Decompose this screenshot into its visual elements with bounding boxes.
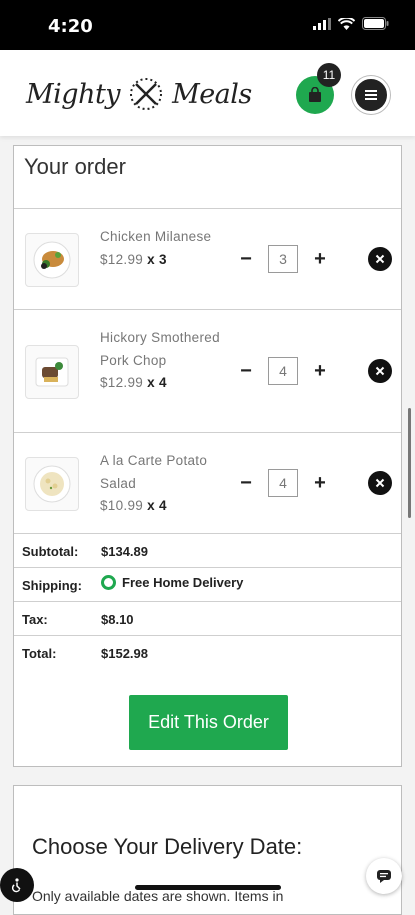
delivery-date-title: Choose Your Delivery Date:: [32, 834, 303, 859]
item-price-line: $12.99 x 3: [100, 249, 220, 272]
status-icons: [313, 17, 389, 30]
tax-row: Tax: $8.10: [14, 601, 401, 635]
tax-label: Tax:: [22, 612, 48, 627]
total-value: $152.98: [101, 646, 148, 661]
status-time: 4:20: [48, 16, 93, 37]
shipping-row: Shipping: Free Home Delivery: [14, 567, 401, 601]
quantity-stepper: − 4 +: [232, 467, 334, 499]
increase-quantity-button[interactable]: +: [306, 245, 334, 273]
item-price: $10.99: [100, 498, 144, 513]
accessibility-icon: [11, 878, 21, 893]
remove-item-button[interactable]: [368, 359, 392, 383]
status-bar: 4:20: [0, 0, 415, 50]
item-info: A la Carte Potato Salad $10.99 x 4: [100, 450, 220, 518]
item-price: $12.99: [100, 375, 144, 390]
subtotal-row: Subtotal: $134.89: [14, 533, 401, 567]
item-info: Hickory Smothered Pork Chop $12.99 x 4: [100, 327, 220, 395]
decrease-quantity-button[interactable]: −: [232, 245, 260, 273]
item-name: Chicken Milanese: [100, 229, 212, 244]
total-label: Total:: [22, 646, 57, 661]
order-card: Your order Chicken Milanese $12.99 x 3 −…: [13, 145, 402, 767]
cellular-signal-icon: [313, 17, 331, 30]
chat-icon: [377, 870, 391, 883]
pork-chop-food-icon: [35, 357, 69, 387]
radio-selected-icon[interactable]: [101, 575, 116, 590]
item-multiplier: x 4: [147, 375, 167, 390]
delivery-date-card: Choose Your Delivery Date: Only availabl…: [13, 785, 402, 915]
shopping-bag-icon: [309, 87, 321, 102]
item-image: [25, 457, 79, 511]
item-price: $12.99: [100, 251, 144, 267]
tax-value: $8.10: [101, 612, 134, 627]
order-title: Your order: [24, 154, 126, 179]
fork-knife-logo-icon: [130, 78, 163, 110]
decrease-quantity-button[interactable]: −: [232, 357, 260, 385]
total-row: Total: $152.98: [14, 635, 401, 669]
increase-quantity-button[interactable]: +: [306, 357, 334, 385]
close-icon: [375, 254, 385, 264]
shipping-label: Shipping:: [22, 578, 82, 593]
chicken-milanese-food-icon: [33, 241, 71, 279]
home-indicator[interactable]: [135, 885, 281, 890]
increase-quantity-button[interactable]: +: [306, 469, 334, 497]
item-price-line: $10.99 x 4: [100, 495, 220, 518]
accessibility-button[interactable]: [0, 868, 34, 902]
item-price-line: $12.99 x 4: [100, 372, 220, 395]
item-multiplier: x 3: [147, 251, 167, 267]
subtotal-label: Subtotal:: [22, 544, 79, 559]
subtotal-value: $134.89: [101, 544, 148, 559]
quantity-input[interactable]: 4: [268, 357, 298, 385]
wifi-icon: [338, 17, 355, 30]
order-item: A la Carte Potato Salad $10.99 x 4 − 4 +: [14, 432, 401, 534]
close-icon: [375, 366, 385, 376]
item-name: A la Carte Potato Salad: [100, 453, 208, 491]
quantity-stepper: − 3 +: [232, 243, 334, 275]
order-totals: Subtotal: $134.89 Shipping: Free Home De…: [14, 533, 401, 669]
close-icon: [375, 478, 385, 488]
remove-item-button[interactable]: [368, 247, 392, 271]
shipping-option[interactable]: Free Home Delivery: [101, 575, 243, 590]
site-header: Mighty Meals 11: [0, 50, 415, 136]
quantity-input[interactable]: 3: [268, 245, 298, 273]
item-image: [25, 345, 79, 399]
item-name: Hickory Smothered Pork Chop: [100, 330, 220, 368]
brand-logo[interactable]: Mighty Meals: [26, 72, 252, 116]
logo-text-left: Mighty: [26, 78, 121, 110]
shipping-value: Free Home Delivery: [122, 575, 244, 590]
chat-button[interactable]: [366, 858, 402, 894]
hamburger-menu-icon: [365, 90, 377, 100]
potato-salad-food-icon: [33, 465, 71, 503]
edit-order-button[interactable]: Edit This Order: [129, 695, 288, 750]
quantity-input[interactable]: 4: [268, 469, 298, 497]
item-multiplier: x 4: [147, 498, 167, 513]
item-image: [25, 233, 79, 287]
delivery-date-subtitle: Only available dates are shown. Items in: [32, 888, 284, 904]
decrease-quantity-button[interactable]: −: [232, 469, 260, 497]
item-info: Chicken Milanese $12.99 x 3: [100, 226, 220, 271]
remove-item-button[interactable]: [368, 471, 392, 495]
logo-text-right: Meals: [172, 78, 252, 110]
scrollbar[interactable]: [408, 408, 411, 518]
order-item: Chicken Milanese $12.99 x 3 − 3 +: [14, 208, 401, 310]
cart-count-badge: 11: [317, 63, 341, 87]
battery-icon: [362, 17, 389, 30]
menu-button[interactable]: [352, 76, 390, 114]
order-item: Hickory Smothered Pork Chop $12.99 x 4 −…: [14, 309, 401, 433]
quantity-stepper: − 4 +: [232, 355, 334, 387]
